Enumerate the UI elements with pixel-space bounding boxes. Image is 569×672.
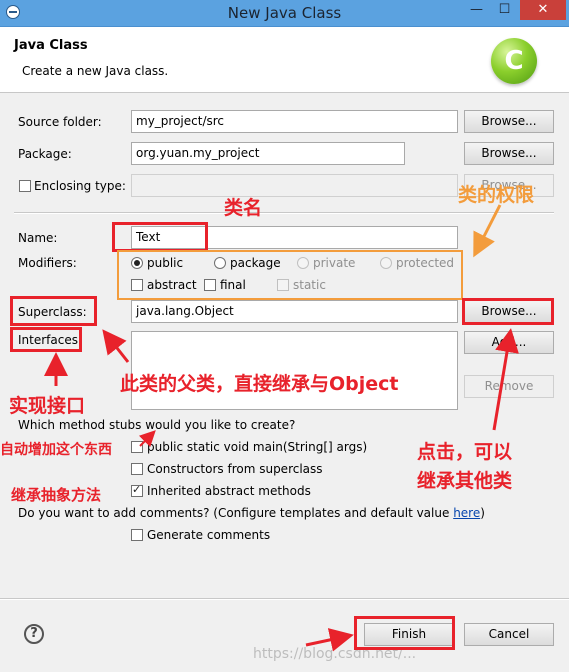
annotation-arrows	[44, 204, 519, 652]
arrow-to-finish	[305, 628, 354, 652]
arrow-to-modifiers	[473, 204, 502, 258]
arrow-to-browse	[492, 328, 519, 431]
arrow-to-superclass	[102, 329, 130, 363]
arrow-to-main-stub	[138, 430, 156, 448]
